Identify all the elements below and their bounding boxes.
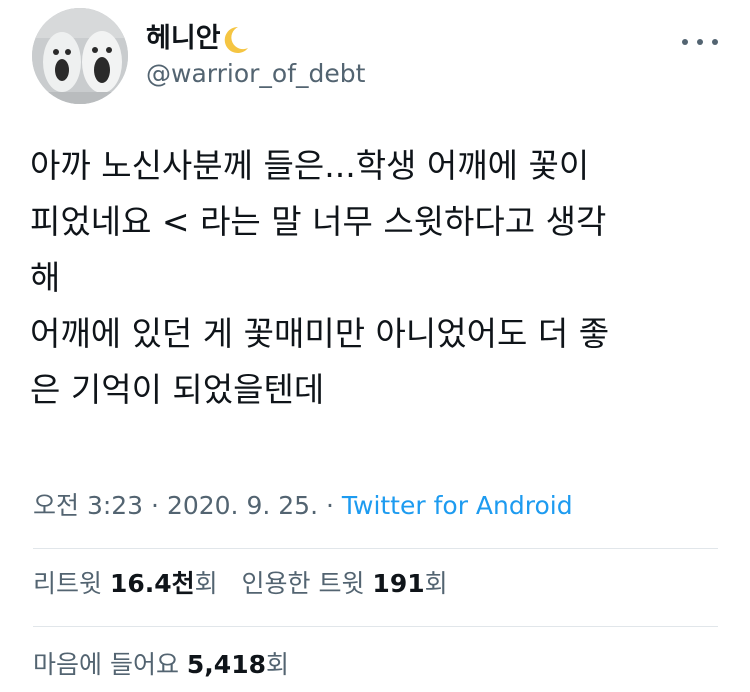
tweet-meta: 오전 3:23 · 2020. 9. 25. · Twitter for And… bbox=[33, 488, 573, 524]
quotes-unit: 회 bbox=[424, 569, 448, 598]
retweets-unit: 회 bbox=[194, 569, 218, 598]
more-dot bbox=[697, 39, 703, 45]
tweet-source-link[interactable]: Twitter for Android bbox=[342, 491, 573, 520]
divider bbox=[33, 548, 718, 549]
snowman-faces-avatar-icon bbox=[32, 8, 128, 104]
divider bbox=[33, 626, 718, 627]
retweets-stat[interactable]: 리트윗 16.4천회 bbox=[33, 569, 218, 598]
tweet-text-line: 은 기억이 되었을텐데 bbox=[30, 370, 325, 409]
likes-count: 5,418 bbox=[186, 650, 266, 679]
tweet-time[interactable]: 오전 3:23 bbox=[33, 491, 143, 520]
tweet-text-line: 해 bbox=[30, 258, 61, 297]
retweet-quote-stats: 리트윗 16.4천회 인용한 트윗 191회 bbox=[33, 566, 448, 602]
more-dot bbox=[682, 39, 688, 45]
crescent-moon-icon bbox=[224, 26, 248, 53]
more-dot bbox=[712, 39, 718, 45]
more-icon[interactable] bbox=[682, 32, 718, 52]
tweet-text-line: 아까 노신사분께 들은...학생 어깨에 꽃이 bbox=[30, 146, 590, 185]
meta-separator: · bbox=[143, 491, 167, 520]
tweet-text-line: 피었네요 < 라는 말 너무 스윗하다고 생각 bbox=[30, 202, 607, 241]
avatar[interactable] bbox=[32, 8, 128, 104]
display-name[interactable]: 헤니안 bbox=[146, 22, 221, 56]
author-handle[interactable]: @warrior_of_debt bbox=[146, 58, 365, 90]
tweet-text: 아까 노신사분께 들은...학생 어깨에 꽃이 피었네요 < 라는 말 너무 스… bbox=[30, 138, 720, 418]
meta-separator: · bbox=[318, 491, 342, 520]
tweet-text-line: 어깨에 있던 게 꽃매미만 아니었어도 더 좋 bbox=[30, 314, 610, 353]
quotes-label: 인용한 트윗 bbox=[241, 569, 365, 598]
quotes-stat[interactable]: 인용한 트윗 191회 bbox=[242, 569, 448, 598]
tweet-date[interactable]: 2020. 9. 25. bbox=[167, 491, 318, 520]
quotes-count: 191 bbox=[372, 569, 425, 598]
retweets-label: 리트윗 bbox=[33, 569, 103, 598]
likes-unit: 회 bbox=[265, 650, 289, 679]
likes-stat[interactable]: 마음에 들어요 5,418회 bbox=[33, 647, 289, 683]
likes-label: 마음에 들어요 bbox=[33, 650, 179, 679]
retweets-count: 16.4천 bbox=[109, 569, 195, 598]
